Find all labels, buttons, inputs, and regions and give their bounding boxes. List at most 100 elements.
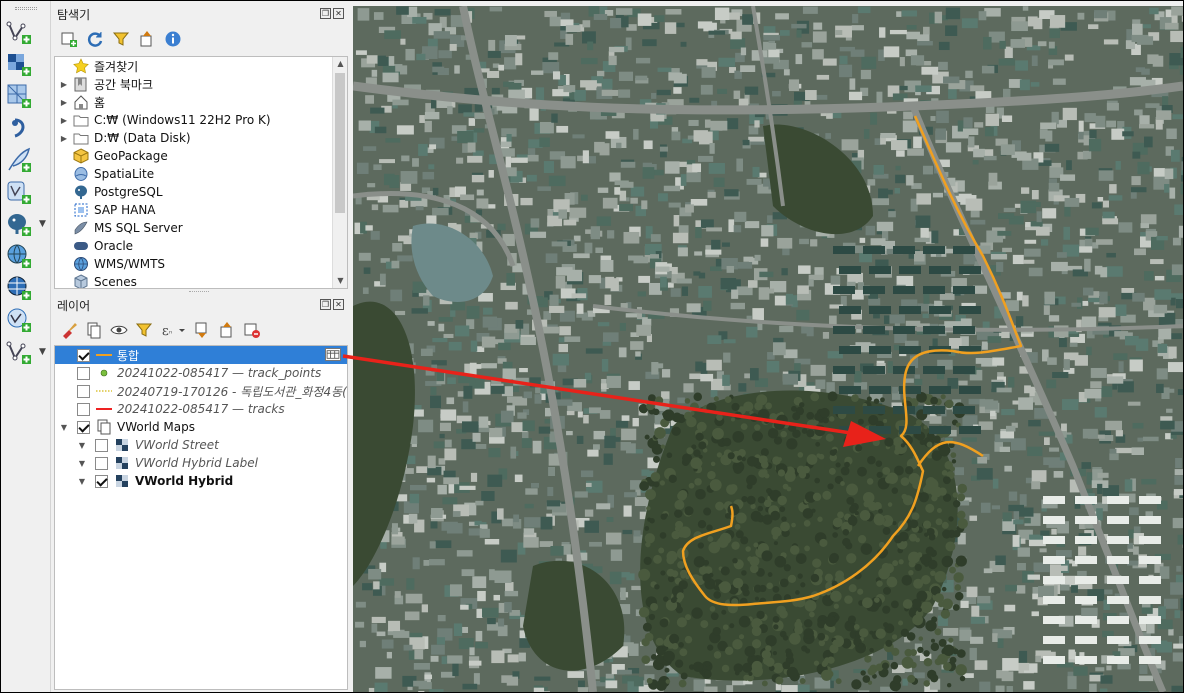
add-wcs-button[interactable] — [5, 273, 41, 303]
add-group-button[interactable] — [85, 321, 103, 339]
visibility-button[interactable] — [110, 321, 128, 339]
layer-visibility-checkbox[interactable] — [77, 402, 90, 416]
chevron-down-icon[interactable]: ▼ — [77, 477, 87, 486]
browser-item[interactable]: PostgreSQL — [55, 183, 347, 201]
layer-visibility-checkbox[interactable] — [95, 438, 108, 452]
close-panel-button[interactable]: ✕ — [333, 299, 344, 310]
qgis-window: ▼ ▼ 탐색기 ❐ ✕ 즐겨찾기 ▶ 공간 북마크 ▶ 홈 ▶ C:₩ (Win… — [1, 1, 1183, 692]
properties-button[interactable] — [164, 30, 182, 48]
add-layer-icon — [61, 32, 77, 47]
chevron-right-icon[interactable]: ▶ — [59, 80, 69, 89]
browser-scrollbar[interactable]: ▲ ▼ — [332, 57, 347, 288]
add-gpx-button[interactable] — [5, 145, 41, 175]
chevron-right-icon[interactable]: ▶ — [59, 134, 69, 143]
browser-item[interactable]: ▶ 홈 — [55, 93, 347, 111]
layer-row[interactable]: 통합 — [55, 346, 347, 364]
globe-vector-icon — [7, 308, 31, 332]
group-add-icon — [87, 322, 101, 339]
browser-item[interactable]: WMS/WMTS — [55, 255, 347, 273]
add-selected-layers-button[interactable] — [60, 30, 78, 48]
chevron-down-icon[interactable]: ▼ — [77, 459, 87, 468]
layer-visibility-checkbox[interactable] — [95, 474, 108, 488]
remove-layer-icon — [244, 323, 260, 338]
filter-legend-button[interactable] — [135, 321, 153, 339]
layers-panel: 레이어 ❐ ✕ εⁿ 통합 20241022-085417 — track_poi… — [52, 295, 350, 692]
scroll-down-icon[interactable]: ▼ — [333, 274, 347, 288]
collapse-all-button[interactable] — [138, 30, 156, 48]
browser-item[interactable]: GeoPackage — [55, 147, 347, 165]
chevron-down-icon[interactable]: ▼ — [77, 441, 87, 450]
browser-item[interactable]: ▶ D:₩ (Data Disk) — [55, 129, 347, 147]
layer-visibility-checkbox[interactable] — [95, 456, 108, 470]
expand-all-button[interactable] — [193, 321, 211, 339]
layer-visibility-checkbox[interactable] — [77, 384, 90, 398]
chevron-down-icon[interactable]: ▼ — [59, 423, 69, 432]
mssql-icon — [74, 221, 88, 235]
chevron-down-icon[interactable]: ▼ — [39, 219, 46, 229]
layer-row[interactable]: ▼ VWorld Maps — [55, 418, 347, 436]
browser-item-label: WMS/WMTS — [94, 257, 166, 271]
layer-visibility-checkbox[interactable] — [77, 366, 90, 380]
layer-properties-indicator-icon[interactable] — [325, 348, 341, 361]
add-virtual-layer-button[interactable]: ▼ — [5, 337, 46, 367]
browser-item-label: Oracle — [94, 239, 134, 253]
float-panel-button[interactable]: ❐ — [320, 8, 331, 19]
chevron-down-icon[interactable]: ▼ — [39, 347, 46, 357]
filter-button[interactable] — [112, 30, 130, 48]
browser-item[interactable]: Scenes — [55, 273, 347, 288]
style-manager-button[interactable] — [60, 321, 78, 339]
refresh-button[interactable] — [86, 30, 104, 48]
chevron-right-icon[interactable]: ▶ — [59, 116, 69, 125]
layer-symbol — [96, 347, 112, 363]
globe-icon — [7, 244, 31, 268]
browser-item-label: MS SQL Server — [94, 221, 183, 235]
scroll-thumb[interactable] — [335, 73, 345, 213]
toolbar-grip[interactable] — [15, 7, 37, 10]
float-panel-button[interactable]: ❐ — [320, 299, 331, 310]
close-panel-button[interactable]: ✕ — [333, 8, 344, 19]
layers-tree: 통합 20241022-085417 — track_points 20240719… — [54, 345, 348, 690]
browser-item[interactable]: SAP HANA — [55, 201, 347, 219]
browser-item[interactable]: ▶ C:₩ (Windows11 22H2 Pro K) — [55, 111, 347, 129]
layer-visibility-checkbox[interactable] — [77, 420, 90, 434]
layer-row[interactable]: 20241022-085417 — track_points — [55, 364, 347, 382]
layer-row[interactable]: 20241022-085417 — tracks — [55, 400, 347, 418]
mesh-icon — [7, 84, 31, 108]
map-canvas[interactable] — [353, 6, 1183, 692]
add-wms-button[interactable] — [5, 241, 41, 271]
browser-item[interactable]: Oracle — [55, 237, 347, 255]
tile-icon — [116, 457, 128, 469]
svg-text:ⁿ: ⁿ — [169, 329, 172, 338]
eye-icon — [110, 325, 128, 335]
add-mesh-button[interactable] — [5, 81, 41, 111]
collapse-all-layers-button[interactable] — [218, 321, 236, 339]
add-postgis-button[interactable]: ▼ — [5, 209, 46, 239]
add-wfs-button[interactable] — [5, 305, 41, 335]
add-delimited-text-button[interactable] — [5, 113, 41, 143]
chevron-right-icon[interactable]: ▶ — [59, 98, 69, 107]
folder-icon — [73, 115, 89, 127]
layer-label: VWorld Maps — [117, 420, 195, 434]
collapse-icon — [140, 31, 152, 47]
browser-item[interactable]: ▶ 공간 북마크 — [55, 75, 347, 93]
new-vector-layer-button[interactable] — [5, 17, 41, 47]
browser-item[interactable]: SpatiaLite — [55, 165, 347, 183]
group-icon — [97, 419, 111, 435]
panel-splitter[interactable] — [189, 291, 209, 294]
layer-row[interactable]: 20240719-170126 - 독립도서관_화정4동( — [55, 382, 347, 400]
browser-toolbar — [52, 24, 350, 54]
layer-row[interactable]: ▼ VWorld Hybrid Label — [55, 454, 347, 472]
browser-item[interactable]: 즐겨찾기 — [55, 57, 347, 75]
folder-icon-wrap — [73, 130, 89, 146]
layer-row[interactable]: ▼ VWorld Hybrid — [55, 472, 347, 490]
wms-icon — [74, 257, 88, 271]
layer-row[interactable]: ▼ VWorld Street — [55, 436, 347, 454]
postgresql-icon-wrap — [73, 184, 89, 200]
add-raster-button[interactable] — [5, 49, 41, 79]
filter-expression-button[interactable]: εⁿ — [160, 321, 186, 339]
layer-visibility-checkbox[interactable] — [77, 348, 90, 362]
add-spatialite-button[interactable] — [5, 177, 41, 207]
remove-layer-button[interactable] — [243, 321, 261, 339]
scroll-up-icon[interactable]: ▲ — [333, 57, 347, 71]
browser-item[interactable]: MS SQL Server — [55, 219, 347, 237]
